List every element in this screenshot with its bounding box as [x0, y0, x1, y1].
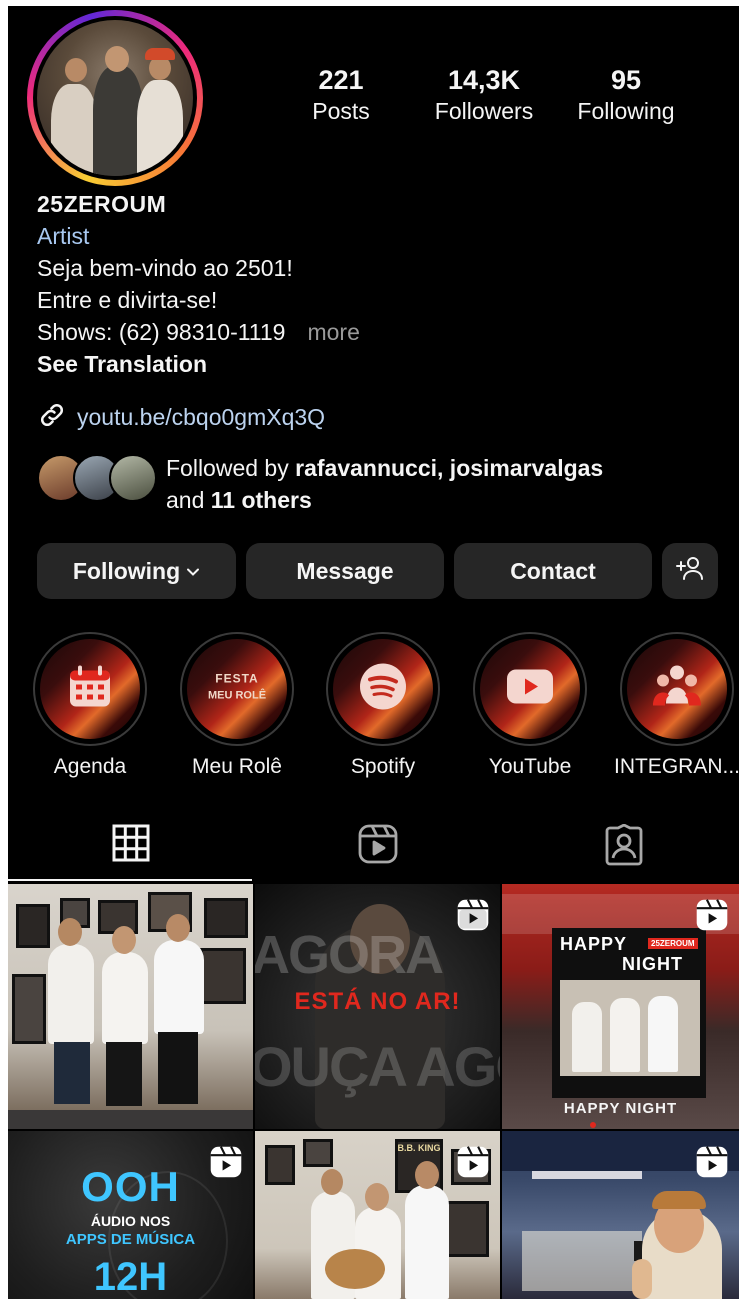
tile4-line1: ÁUDIO NOS — [90, 1213, 171, 1229]
suggest-people-button[interactable] — [662, 543, 718, 599]
tagged-icon — [604, 823, 644, 870]
following-button-label: Following — [72, 557, 181, 584]
link-text: youtu.be/cbqo0gmXq3Q — [77, 404, 326, 430]
highlight-agenda-cover — [40, 639, 140, 739]
tile4-hour: 12H — [93, 1255, 168, 1299]
grid-post-6[interactable]: CJJ — [502, 1131, 739, 1299]
chevron-down-icon — [186, 558, 200, 585]
grid-post-4[interactable]: OOH ÁUDIO NOS APPS DE MÚSICA 12H — [8, 1131, 253, 1299]
following-value: 95 — [610, 65, 642, 95]
following-button[interactable]: Following — [37, 543, 236, 599]
highlight-agenda[interactable]: Agenda — [33, 632, 147, 778]
tab-tagged[interactable] — [604, 823, 644, 871]
followed-by[interactable]: Followed by rafavannucci, josimarvalgas … — [37, 452, 727, 513]
people-icon — [652, 664, 702, 715]
highlight-label: INTEGRAN... — [613, 755, 739, 778]
tile3-happy: HAPPY — [560, 934, 628, 954]
svg-text:MEU ROLÊ: MEU ROLÊ — [208, 689, 266, 702]
grid-icon — [112, 824, 150, 866]
followed-and: and — [166, 487, 211, 513]
bio-phone: Shows: (62) 98310-1119 — [37, 319, 286, 345]
contact-button[interactable]: Contact — [454, 543, 652, 599]
reels-icon — [358, 824, 398, 868]
profile-link[interactable]: youtu.be/cbqo0gmXq3Q — [37, 400, 325, 435]
highlight-label: Meu Rolê — [192, 755, 282, 778]
calendar-icon — [66, 663, 114, 716]
highlight-spotify-cover — [333, 639, 433, 739]
followed-by-text: Followed by rafavannucci, josimarvalgas … — [166, 452, 603, 516]
tile4-line2: APPS DE MÚSICA — [65, 1231, 196, 1248]
svg-text:FESTA: FESTA — [215, 672, 258, 686]
highlight-youtube-cover — [480, 639, 580, 739]
posts-value: 221 — [318, 65, 364, 95]
youtube-icon — [505, 668, 555, 711]
following-label: Following — [577, 98, 675, 124]
posts-count[interactable]: 221 Posts — [298, 64, 384, 126]
tile2-bg-text-bottom: OUÇA AGORA — [255, 1035, 500, 1098]
profile-screen: 221 Posts 14,3K Followers 95 Following 2… — [8, 6, 739, 1299]
add-person-icon — [675, 555, 705, 587]
profile-username: 25ZEROUM — [37, 191, 167, 217]
followed-names: rafavannucci, josimarvalgas — [295, 455, 604, 481]
tile5-poster-text: B.B. KING — [397, 1143, 441, 1153]
highlight-integrantes-cover — [627, 639, 727, 739]
grid-post-1[interactable] — [8, 884, 253, 1129]
tile3-footer: HAPPY NIGHT — [563, 1100, 678, 1117]
highlight-spotify[interactable]: Spotify — [326, 632, 440, 778]
more-link[interactable]: more — [307, 319, 359, 345]
link-icon — [37, 400, 67, 435]
tab-posts[interactable] — [112, 824, 150, 867]
reel-icon — [695, 1145, 729, 1184]
reel-icon — [456, 1145, 490, 1184]
message-button[interactable]: Message — [246, 543, 444, 599]
bio-line-2: Entre e divirta-se! — [37, 287, 218, 313]
highlight-meu-role-cover: FESTA MEU ROLÊ — [187, 639, 287, 739]
posts-label: Posts — [312, 98, 370, 124]
profile-avatar[interactable] — [27, 10, 203, 186]
bio-line-1: Seja bem-vindo ao 2501! — [37, 255, 293, 281]
followers-count[interactable]: 14,3K Followers — [424, 64, 544, 126]
highlight-label: Spotify — [350, 755, 416, 778]
reel-icon — [456, 898, 490, 937]
followed-prefix: Followed by — [166, 455, 296, 481]
grid-post-5[interactable]: B.B. KING — [255, 1131, 500, 1299]
message-button-label: Message — [296, 557, 394, 584]
grid-post-2[interactable]: AGORA ESTÁ NO AR! OUÇA AGORA — [255, 884, 500, 1129]
tile3-brand: 25ZEROUM — [648, 938, 698, 949]
tile2-headline: ESTÁ NO AR! — [294, 988, 461, 1015]
following-count[interactable]: 95 Following — [568, 64, 684, 126]
tab-reels[interactable] — [358, 824, 398, 869]
avatar-photo — [37, 20, 193, 176]
followers-value: 14,3K — [447, 65, 521, 95]
spotify-icon — [358, 662, 408, 717]
follower-avatar-3 — [109, 454, 157, 502]
highlight-label: YouTube — [488, 755, 572, 778]
tile3-night: NIGHT — [622, 954, 683, 974]
followed-others: 11 others — [210, 487, 312, 513]
festa-meu-role-logo: FESTA MEU ROLÊ — [197, 667, 277, 712]
bio-line-3: Shows: (62) 98310-1119 more — [37, 316, 717, 348]
see-translation-link[interactable]: See Translation — [37, 348, 717, 380]
active-tab-indicator — [8, 879, 252, 881]
highlight-integrantes[interactable]: INTEGRAN... — [614, 632, 739, 778]
highlight-meu-role[interactable]: FESTA MEU ROLÊ Meu Rolê — [180, 632, 294, 778]
reel-icon — [695, 898, 729, 937]
profile-category: Artist — [37, 223, 90, 249]
highlight-label: Agenda — [53, 755, 127, 778]
grid-post-3[interactable]: HAPPY 25ZEROUM NIGHT HAPPY NIGHT — [502, 884, 739, 1129]
followers-label: Followers — [434, 98, 534, 124]
profile-bio: 25ZEROUM Artist Seja bem-vindo ao 2501! … — [37, 188, 717, 380]
highlight-youtube[interactable]: YouTube — [473, 632, 587, 778]
contact-button-label: Contact — [510, 557, 596, 584]
reel-icon — [209, 1145, 243, 1184]
